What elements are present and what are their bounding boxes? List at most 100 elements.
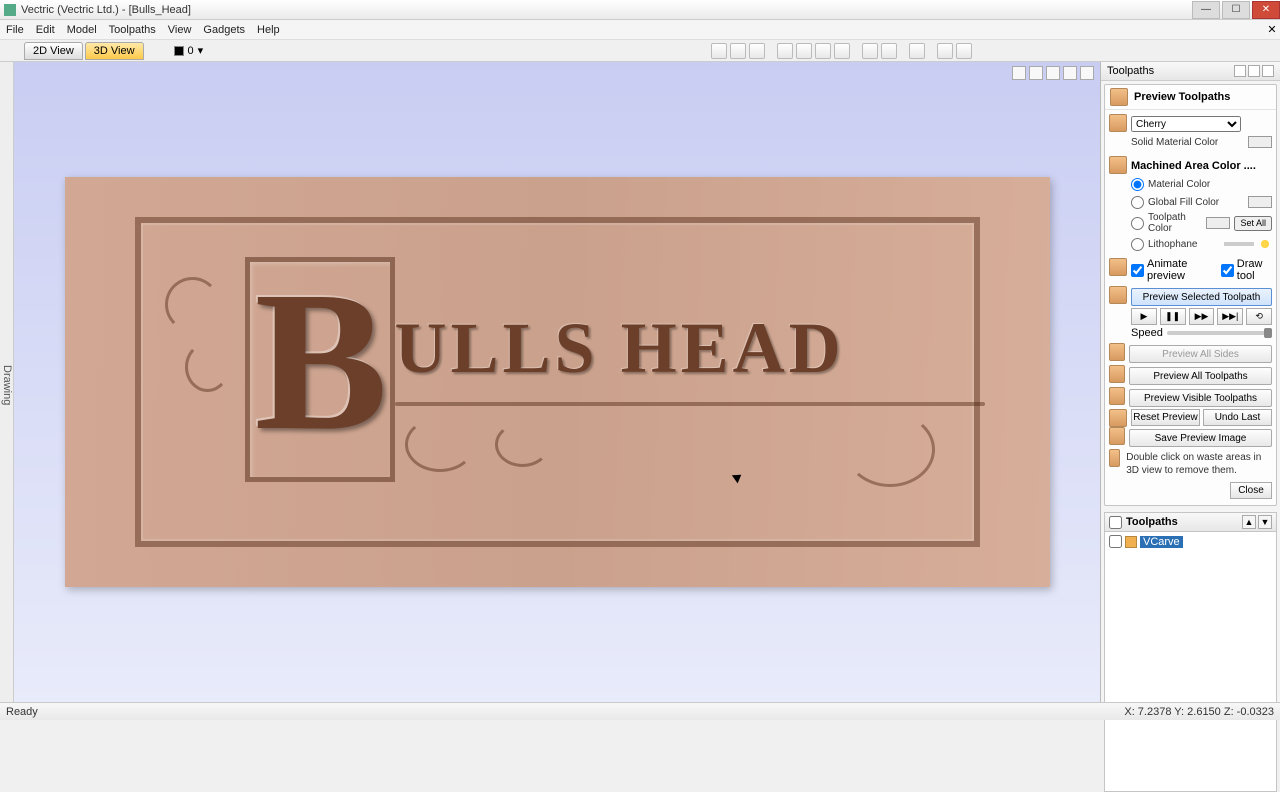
preview-visible-button[interactable]: Preview Visible Toolpaths <box>1129 389 1272 407</box>
preview-all-icon <box>1109 365 1125 383</box>
preview-all-button[interactable]: Preview All Toolpaths <box>1129 367 1272 385</box>
minimize-button[interactable]: — <box>1192 1 1220 19</box>
window-title: Vectric (Vectric Ltd.) - [Bulls_Head] <box>21 4 1190 16</box>
machined-area-icon <box>1109 156 1127 174</box>
layer-selector[interactable]: 0 ▾ <box>174 44 204 57</box>
menu-gadgets[interactable]: Gadgets <box>203 24 245 36</box>
radio-toolpath-color[interactable] <box>1131 217 1144 230</box>
move-down-button[interactable]: ▼ <box>1258 515 1272 529</box>
pause-button[interactable]: ❚❚ <box>1160 308 1186 325</box>
material-preview: B ULLS HEAD <box>65 177 1050 587</box>
flourish-leaf-2 <box>185 342 230 392</box>
view-fit-icon[interactable] <box>1080 66 1094 80</box>
tab-2d-view[interactable]: 2D View <box>24 42 83 60</box>
radio-global-fill[interactable] <box>1131 196 1144 209</box>
preview-section-title: Preview Toolpaths <box>1134 91 1230 103</box>
toolpath-item-checkbox[interactable] <box>1109 535 1122 548</box>
toggle-4-icon[interactable] <box>834 43 850 59</box>
menu-file[interactable]: File <box>6 24 24 36</box>
toolpaths-list-header: Toolpaths ▲ ▼ <box>1104 512 1277 532</box>
menu-help[interactable]: Help <box>257 24 280 36</box>
menu-toolpaths[interactable]: Toolpaths <box>109 24 156 36</box>
speed-slider[interactable] <box>1167 331 1272 335</box>
panel-close-icon[interactable] <box>1262 65 1274 77</box>
toggle-2-icon[interactable] <box>796 43 812 59</box>
move-up-button[interactable]: ▲ <box>1242 515 1256 529</box>
radio-material-color[interactable] <box>1131 178 1144 191</box>
menu-edit[interactable]: Edit <box>36 24 55 36</box>
solid-material-label: Solid Material Color <box>1131 137 1244 148</box>
global-fill-swatch[interactable] <box>1248 196 1272 208</box>
set-all-button[interactable]: Set All <box>1234 216 1272 231</box>
vcarve-icon <box>1125 536 1137 548</box>
preview-selected-icon <box>1109 286 1127 304</box>
animate-icon <box>1109 258 1127 276</box>
toolpaths-panel: Toolpaths Preview Toolpaths Cherry <box>1100 62 1280 702</box>
close-window-button[interactable]: ✕ <box>1252 1 1280 19</box>
litho-slider[interactable] <box>1224 242 1254 246</box>
toolpath-color-swatch[interactable] <box>1206 217 1230 229</box>
snap-grid-icon[interactable] <box>711 43 727 59</box>
toolpaths-list[interactable]: VCarve <box>1104 532 1277 792</box>
reset-preview-icon <box>1109 409 1127 427</box>
preview-toolpaths-section: Preview Toolpaths Cherry Solid Material … <box>1104 84 1277 506</box>
sun-icon[interactable] <box>1258 237 1272 251</box>
save-image-icon <box>1109 427 1125 445</box>
menu-view[interactable]: View <box>168 24 192 36</box>
menu-model[interactable]: Model <box>67 24 97 36</box>
preview-all-sides-icon <box>1109 343 1125 361</box>
tab-3d-view[interactable]: 3D View <box>85 42 144 60</box>
view-refresh-icon[interactable] <box>909 43 925 59</box>
view-link-icon[interactable] <box>862 43 878 59</box>
tile-vert-icon[interactable] <box>956 43 972 59</box>
stop-button[interactable]: ⟲ <box>1246 308 1272 325</box>
solid-material-color-swatch[interactable] <box>1248 136 1272 148</box>
view-front-icon[interactable] <box>1046 66 1060 80</box>
draw-tool-label: Draw tool <box>1237 258 1272 282</box>
close-preview-button[interactable]: Close <box>1230 482 1272 499</box>
play-button[interactable]: ▶ <box>1131 308 1157 325</box>
view-top-icon[interactable] <box>1029 66 1043 80</box>
toolpaths-list-title: Toolpaths <box>1126 516 1178 528</box>
layer-dropdown-icon[interactable]: ▾ <box>198 44 204 57</box>
material-select[interactable]: Cherry <box>1131 116 1241 132</box>
animate-preview-checkbox[interactable] <box>1131 264 1144 277</box>
save-preview-image-button[interactable]: Save Preview Image <box>1129 429 1272 447</box>
panel-help-icon[interactable] <box>1248 65 1260 77</box>
view-shade-icon[interactable] <box>881 43 897 59</box>
3d-viewport[interactable]: B ULLS HEAD <box>14 62 1100 702</box>
toggle-3-icon[interactable] <box>815 43 831 59</box>
layer-name: 0 <box>188 45 194 57</box>
step-button[interactable]: ▶▶ <box>1189 308 1215 325</box>
preview-selected-button[interactable]: Preview Selected Toolpath <box>1131 288 1272 306</box>
machined-area-title: Machined Area Color .... <box>1131 160 1256 172</box>
toolpath-item[interactable]: VCarve <box>1107 534 1274 549</box>
toolpaths-panel-header: Toolpaths <box>1101 62 1280 81</box>
snap-options-icon[interactable] <box>730 43 746 59</box>
toolpaths-select-all-checkbox[interactable] <box>1109 516 1122 529</box>
draw-tool-checkbox[interactable] <box>1221 264 1234 277</box>
layer-color-icon <box>174 46 184 56</box>
toggle-1-icon[interactable] <box>777 43 793 59</box>
grid-icon[interactable] <box>749 43 765 59</box>
skip-button[interactable]: ▶▶| <box>1217 308 1243 325</box>
label-lithophane: Lithophane <box>1148 239 1220 250</box>
undo-last-button[interactable]: Undo Last <box>1203 409 1272 426</box>
app-icon <box>4 4 16 16</box>
radio-lithophane[interactable] <box>1131 238 1144 251</box>
material-icon <box>1109 114 1127 132</box>
carved-title-text: ULLS HEAD <box>395 307 845 390</box>
viewport-view-buttons <box>1012 66 1094 80</box>
mdi-close-button[interactable]: ✕ <box>1264 23 1280 36</box>
preview-section-icon <box>1110 88 1128 106</box>
reset-preview-button[interactable]: Reset Preview <box>1131 409 1200 426</box>
view-side-icon[interactable] <box>1063 66 1077 80</box>
label-toolpath-color: Toolpath Color <box>1148 212 1202 234</box>
tile-horiz-icon[interactable] <box>937 43 953 59</box>
maximize-button[interactable]: ☐ <box>1222 1 1250 19</box>
view-iso-icon[interactable] <box>1012 66 1026 80</box>
drawing-sidebar-tab[interactable]: Drawing <box>0 62 14 702</box>
preview-all-sides-button[interactable]: Preview All Sides <box>1129 345 1272 363</box>
panel-pin-icon[interactable] <box>1234 65 1246 77</box>
toolpath-item-name: VCarve <box>1140 536 1183 548</box>
